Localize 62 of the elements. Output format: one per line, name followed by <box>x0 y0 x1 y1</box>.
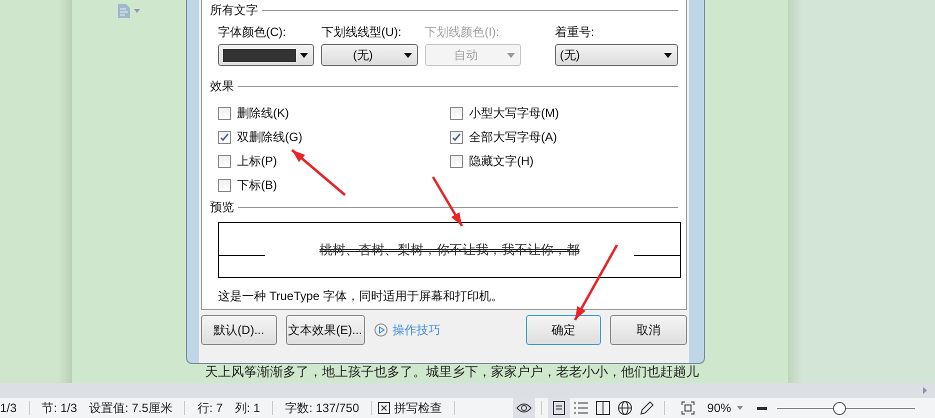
effect-checkbox[interactable]: 删除线(K) <box>218 101 450 125</box>
eye-icon <box>516 402 532 414</box>
field-label: 字体颜色(C): <box>218 24 287 41</box>
dialog-button[interactable]: 取消 <box>610 315 687 345</box>
slider-thumb[interactable] <box>833 402 846 414</box>
effect-checkbox[interactable]: 双删除线(G) <box>218 125 450 149</box>
document-text: 天上风筝渐渐多了，地上孩子也多了。城里乡下，家家户户，老老小小，他们也赶趟儿 <box>204 363 700 381</box>
section-title: 所有文字 <box>210 2 258 19</box>
position-indicator: 设置值: 7.5厘米 <box>88 400 174 416</box>
caret-icon <box>404 52 412 58</box>
checkbox[interactable] <box>450 154 463 168</box>
annotation-arrow <box>291 149 346 196</box>
check-icon <box>220 132 229 142</box>
zoom-level[interactable]: 90% <box>701 401 738 415</box>
effect-checkbox[interactable]: 上标(P) <box>218 149 450 173</box>
column-indicator: 列: 1 <box>234 400 262 416</box>
effect-checkbox[interactable]: 隐藏文字(H) <box>450 149 670 173</box>
page-indicator: 1/3 <box>0 401 18 415</box>
checkbox[interactable] <box>218 154 231 168</box>
section-title: 效果 <box>210 78 234 95</box>
caret-icon <box>300 52 308 58</box>
checkbox[interactable] <box>450 106 463 120</box>
book-icon <box>596 401 610 415</box>
font-note: 这是一种 TrueType 字体，同时适用于屏幕和打印机。 <box>218 288 504 305</box>
word-count: 字数: 137/750 <box>284 400 360 416</box>
field-label: 着重号: <box>554 24 596 41</box>
caret-icon <box>664 52 672 58</box>
spell-check-icon[interactable] <box>378 402 390 414</box>
fit-window-icon[interactable] <box>681 401 696 415</box>
play-circle-icon <box>374 323 388 337</box>
dropdown[interactable]: (无) <box>321 44 418 66</box>
checkbox[interactable] <box>218 130 231 144</box>
font-color-dropdown[interactable] <box>218 44 314 66</box>
list-icon <box>574 402 588 414</box>
effect-checkbox[interactable]: 全部大写字母(A) <box>450 125 670 149</box>
effect-checkbox[interactable]: 下标(B) <box>218 173 450 197</box>
dropdown[interactable]: (无) <box>554 44 678 66</box>
ok-button[interactable]: 确定 <box>526 315 602 345</box>
caret-icon <box>506 52 515 58</box>
effect-checkbox[interactable]: 小型大写字母(M) <box>450 101 670 125</box>
eye-protection-button[interactable] <box>513 398 536 418</box>
checkbox[interactable] <box>450 130 463 144</box>
spell-check-button[interactable]: 拼写检查 <box>390 400 448 416</box>
zoom-out-icon[interactable] <box>757 406 768 410</box>
row-indicator: 行: 7 <box>196 400 224 416</box>
dialog-button[interactable]: 默认(D)... <box>201 315 277 345</box>
field-label: 下划线颜色(I): <box>424 24 500 41</box>
checkbox[interactable] <box>218 106 231 120</box>
globe-icon <box>618 401 632 415</box>
section-title: 预览 <box>210 199 234 216</box>
annotation-arrow <box>432 176 464 227</box>
checkbox[interactable] <box>218 178 231 192</box>
caret-icon[interactable] <box>737 406 744 410</box>
page-icon <box>553 401 566 415</box>
page-view-button[interactable] <box>548 398 570 418</box>
dialog-button[interactable]: 文本效果(E)... <box>286 315 364 345</box>
document-icon <box>118 4 130 18</box>
field-label: 下划线线型(U): <box>321 24 402 41</box>
pen-icon <box>640 401 654 415</box>
section-indicator: 节: 1/3 <box>40 400 78 416</box>
preview-text: 桃树、杏树、梨树，你不让我，我不让你，都 <box>318 241 580 259</box>
check-icon <box>452 132 461 142</box>
